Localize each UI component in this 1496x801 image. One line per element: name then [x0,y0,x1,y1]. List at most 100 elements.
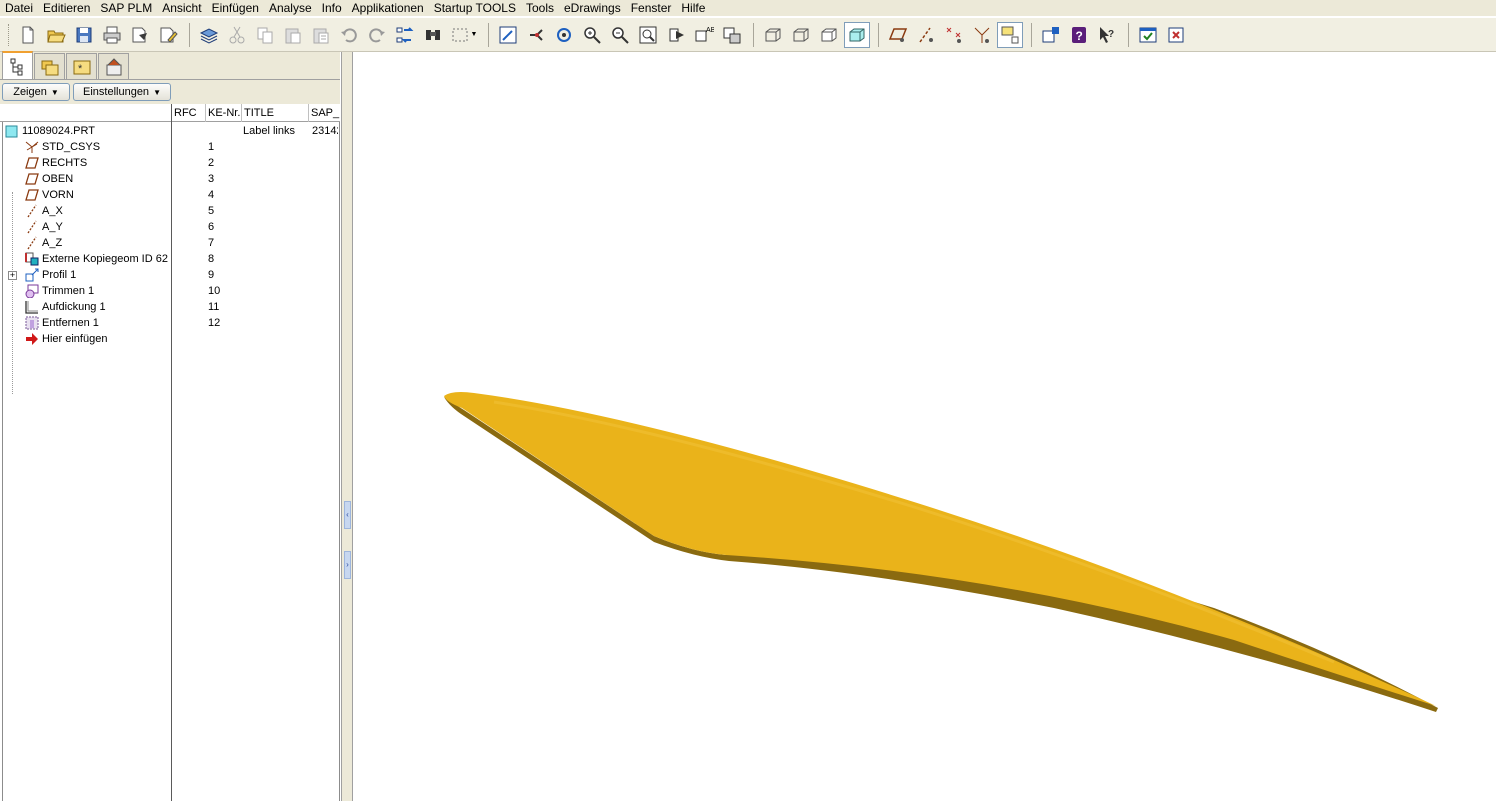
cut-icon[interactable] [224,22,250,48]
orient-mode-icon[interactable] [551,22,577,48]
tree-item-a-z[interactable]: A_Z 7 [0,235,340,251]
tree-item-number: 2 [208,157,215,169]
column-sap[interactable]: SAP_ [308,104,340,122]
toolbar-separator [753,22,754,47]
expand-icon[interactable]: + [8,271,17,280]
hidden-line-icon[interactable] [788,22,814,48]
menu-hilfe[interactable]: Hilfe [676,1,710,15]
print-icon[interactable] [99,22,125,48]
folder-browser-tab[interactable] [34,53,65,79]
show-label: Zeigen [13,86,47,98]
tree-item-number: 10 [208,285,221,297]
reorient-icon[interactable] [663,22,689,48]
zoom-in-icon[interactable] [579,22,605,48]
favorites-tab[interactable]: * [66,53,97,79]
profile-icon [25,268,39,282]
regenerate-icon[interactable] [392,22,418,48]
tree-item-profil[interactable]: + Profil 1 9 [0,267,340,283]
menu-info[interactable]: Info [317,1,347,15]
copy-icon[interactable] [252,22,278,48]
no-hidden-icon[interactable] [816,22,842,48]
repaint-icon[interactable] [495,22,521,48]
open-file-icon[interactable] [43,22,69,48]
insert-here-icon [26,333,38,345]
new-file-icon[interactable] [15,22,41,48]
paste-icon[interactable] [280,22,306,48]
spin-center-icon[interactable] [523,22,549,48]
coord-systems-icon[interactable] [969,22,995,48]
context-help-icon[interactable] [1038,22,1064,48]
menu-analyse[interactable]: Analyse [264,1,317,15]
annotations-icon[interactable] [997,21,1023,48]
tree-item-number: 4 [208,189,215,201]
connections-tab[interactable] [98,53,129,79]
tree-item-aufdickung[interactable]: Aufdickung 1 11 [0,299,340,315]
tree-item-number: 12 [208,317,221,329]
layers-icon[interactable] [196,22,222,48]
redo-icon[interactable] [364,22,390,48]
datum-axis-icon [27,220,37,234]
menu-einfuegen[interactable]: Einfügen [207,1,264,15]
save-icon[interactable] [71,22,97,48]
select-box-icon[interactable]: ▼ [448,22,480,48]
tree-item-label: Aufdickung 1 [42,301,106,313]
navigator-tabs: * [0,51,340,80]
menu-datei[interactable]: Datei [0,1,38,15]
tree-item-entfernen[interactable]: Entfernen 1 12 [0,315,340,331]
close-window-icon[interactable] [1163,22,1189,48]
column-title[interactable]: TITLE [241,104,308,122]
svg-text:?: ? [1108,29,1114,40]
menu-ansicht[interactable]: Ansicht [157,1,206,15]
tree-item-vorn[interactable]: VORN 4 [0,187,340,203]
tree-item-insert-here[interactable]: Hier einfügen [0,331,340,347]
zoom-out-icon[interactable] [607,22,633,48]
save-copy-icon[interactable] [127,22,153,48]
menu-startup-tools[interactable]: Startup TOOLS [429,1,521,15]
menu-fenster[interactable]: Fenster [626,1,677,15]
activate-window-icon[interactable] [1135,22,1161,48]
expand-right-icon[interactable]: › [344,551,351,579]
column-kenr[interactable]: KE-Nr. [205,104,241,122]
tree-item-std-csys[interactable]: STD_CSYS 1 [0,139,340,155]
tree-item-oben[interactable]: OBEN 3 [0,171,340,187]
panel-splitter[interactable]: ‹ › [341,52,353,801]
part-viewport[interactable] [354,52,1496,801]
datum-points-icon[interactable] [941,22,967,48]
tree-item-external-copy-geom[interactable]: Externe Kopiegeom ID 62 8 [0,251,340,267]
erase-icon[interactable] [155,22,181,48]
tree-item-label: A_Y [42,221,63,233]
datum-axis-icon [27,236,37,250]
undo-icon[interactable] [336,22,362,48]
datum-axes-icon[interactable] [913,22,939,48]
column-rfc[interactable]: RFC [171,104,205,122]
refit-icon[interactable] [635,22,661,48]
tree-root-row[interactable]: 11089024.PRT Label links 23142 [0,123,340,139]
datum-planes-icon[interactable] [885,22,911,48]
tree-item-trimmen[interactable]: Trimmen 1 10 [0,283,340,299]
menu-tools[interactable]: Tools [521,1,559,15]
settings-dropdown-button[interactable]: Einstellungen ▼ [73,83,171,101]
tree-item-rechts[interactable]: RECHTS 2 [0,155,340,171]
menu-edrawings[interactable]: eDrawings [559,1,626,15]
tree-column-name[interactable] [0,104,171,122]
menu-editieren[interactable]: Editieren [38,1,95,15]
trim-icon [25,284,39,298]
tree-item-number: 3 [208,173,215,185]
view-manager-icon[interactable] [719,22,745,48]
menu-sap-plm[interactable]: SAP PLM [95,1,157,15]
whats-this-icon[interactable]: ? [1094,22,1120,48]
tree-item-a-x[interactable]: A_X 5 [0,203,340,219]
saved-views-icon[interactable]: AB [691,22,717,48]
find-icon[interactable] [420,22,446,48]
show-dropdown-button[interactable]: Zeigen ▼ [2,83,70,101]
help-icon[interactable]: ? [1066,22,1092,48]
paste-special-icon[interactable] [308,22,334,48]
model-tree-tab[interactable] [2,51,33,79]
graphics-window[interactable] [354,52,1496,801]
collapse-left-icon[interactable]: ‹ [344,501,351,529]
shading-icon[interactable] [844,21,870,48]
toolbar-grip[interactable] [8,23,11,46]
wireframe-icon[interactable] [760,22,786,48]
tree-item-a-y[interactable]: A_Y 6 [0,219,340,235]
menu-applikationen[interactable]: Applikationen [347,1,429,15]
